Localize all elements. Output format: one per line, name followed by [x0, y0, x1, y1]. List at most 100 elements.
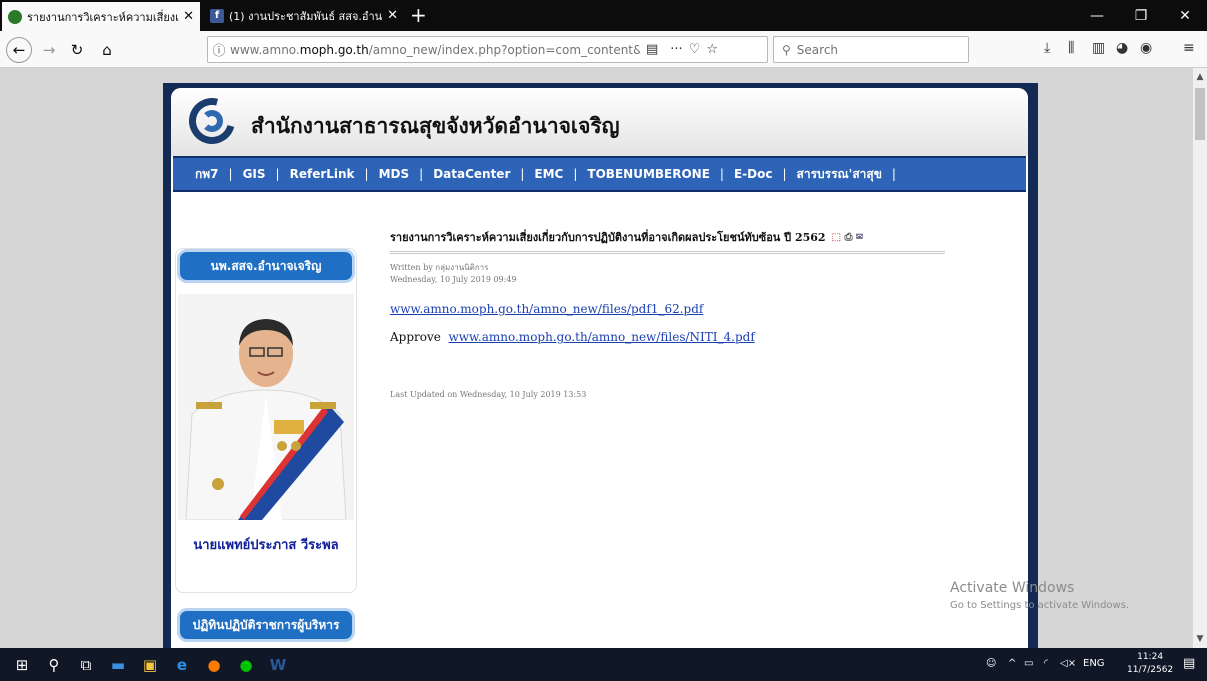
director-box-title[interactable]: นพ.สสจ.อำนาจเจริญ	[177, 249, 355, 283]
article-date: Wednesday, 10 July 2019 09:49	[390, 275, 517, 284]
menu-item-saraban[interactable]: สารบรรณ'สาสุข	[797, 165, 882, 184]
minimize-icon[interactable]: —	[1075, 0, 1119, 31]
menu-icon[interactable]: ≡	[1183, 40, 1195, 56]
approve-label: Approve	[390, 330, 441, 344]
article-author: Written by กลุ่มงานนิติการ	[390, 263, 489, 272]
menu-item-tobenumberone[interactable]: TOBENUMBERONE	[587, 167, 709, 181]
menu-item-gis[interactable]: GIS	[243, 167, 266, 181]
tab-facebook[interactable]: f (1) งานประชาสัมพันธ์ สสจ.อำนาจ ✕	[204, 0, 404, 31]
menu-separator: |	[228, 167, 233, 181]
print-icon[interactable]: ⎙	[845, 232, 853, 243]
windows-start-icon[interactable]: ⊞	[6, 648, 38, 681]
close-window-icon[interactable]: ✕	[1163, 0, 1207, 31]
last-updated: Last Updated on Wednesday, 10 July 2019 …	[390, 390, 587, 399]
director-name: นายแพทย์ประภาส วีระพล	[193, 538, 339, 553]
menu-separator: |	[782, 167, 787, 181]
bookmark-star-icon[interactable]: ☆	[706, 42, 718, 57]
site-favicon-icon	[8, 9, 22, 24]
executive-calendar-title[interactable]: ปฏิทินปฏิบัติราชการผู้บริหาร	[177, 608, 355, 642]
extension-icon[interactable]: ◕	[1116, 40, 1128, 56]
menu-item-kp7[interactable]: กพ7	[195, 165, 219, 184]
page-viewport: สำนักงานสาธารณสุขจังหวัดอำนาจเจริญ กพ7 | …	[0, 68, 1193, 648]
article-title: รายงานการวิเคราะห์ความเสี่ยงเกี่ยวกับการ…	[390, 231, 826, 244]
wifi-icon[interactable]: ◜	[1044, 658, 1048, 669]
close-tab-icon[interactable]: ✕	[387, 8, 398, 23]
search-placeholder: Search	[796, 42, 839, 57]
tab-title: (1) งานประชาสัมพันธ์ สสจ.อำนาจ	[229, 9, 384, 23]
menu-separator: |	[719, 167, 724, 181]
article-title-row: รายงานการวิเคราะห์ความเสี่ยงเกี่ยวกับการ…	[390, 228, 945, 254]
menu-item-emc[interactable]: EMC	[534, 167, 563, 181]
scroll-down-icon[interactable]: ▼	[1193, 634, 1207, 644]
search-input[interactable]: ⚲ Search	[773, 36, 969, 63]
new-tab-icon[interactable]: +	[410, 4, 427, 26]
search-taskbar-icon[interactable]: ⚲	[38, 648, 70, 681]
menu-separator: |	[364, 167, 369, 181]
main-menu: กพ7 | GIS | ReferLink | MDS | DataCenter | EM…	[173, 156, 1026, 192]
clock[interactable]: 11:24 11/7/2562	[1127, 651, 1173, 677]
facebook-icon: f	[210, 8, 224, 23]
niti-pdf-link[interactable]: www.amno.moph.go.th/amno_new/files/NITI_…	[449, 330, 755, 344]
library-icon[interactable]: ⫼	[1068, 40, 1074, 56]
search-icon: ⚲	[782, 42, 791, 57]
page-actions-icon[interactable]: ···	[670, 42, 682, 57]
back-icon[interactable]: ←	[6, 37, 32, 63]
email-icon[interactable]: ✉	[856, 232, 863, 243]
paragraph-link1: www.amno.moph.go.th/amno_new/files/pdf1_…	[390, 302, 945, 316]
menu-item-referlink[interactable]: ReferLink	[290, 167, 355, 181]
word-icon[interactable]: W	[262, 648, 294, 681]
info-icon[interactable]: ⓘ	[208, 40, 230, 59]
scroll-thumb[interactable]	[1195, 88, 1205, 140]
forward-icon[interactable]: →	[36, 37, 62, 63]
site-logo-inner-icon	[201, 110, 223, 132]
account-icon[interactable]: ◉	[1140, 40, 1152, 56]
menu-item-mds[interactable]: MDS	[379, 167, 410, 181]
url-bar[interactable]: ⓘ www.amno.moph.go.th/amno_new/index.php…	[207, 36, 768, 63]
director-photo	[178, 294, 354, 520]
menu-item-edoc[interactable]: E-Doc	[734, 167, 773, 181]
people-icon[interactable]: ☺	[986, 658, 996, 669]
firefox-icon[interactable]: ●	[198, 648, 230, 681]
menu-separator: |	[573, 167, 578, 181]
line-icon[interactable]: ●	[230, 648, 262, 681]
tab-title: รายงานการวิเคราะห์ความเสี่ยงเกี่ย	[27, 10, 180, 24]
restore-icon[interactable]: ❐	[1119, 0, 1163, 31]
notifications-icon[interactable]: ▤	[1183, 656, 1195, 671]
close-tab-icon[interactable]: ✕	[183, 9, 194, 24]
pocket-icon[interactable]: ♡	[689, 42, 701, 57]
scroll-up-icon[interactable]: ▲	[1193, 72, 1207, 82]
pdf-icon[interactable]: ⬚	[832, 232, 841, 243]
menu-separator: |	[275, 167, 280, 181]
downloads-icon[interactable]: ⤓	[1044, 40, 1050, 56]
vertical-scrollbar[interactable]: ▲ ▼	[1193, 68, 1207, 648]
edge-icon[interactable]: e	[166, 648, 198, 681]
volume-icon[interactable]: ◁×	[1060, 658, 1076, 669]
store-icon[interactable]: ▣	[134, 648, 166, 681]
clock-time: 11:24	[1137, 652, 1164, 662]
home-icon[interactable]: ⌂	[94, 37, 120, 63]
activate-windows-watermark: Activate Windows Go to Settings to activ…	[950, 580, 1130, 611]
pdf-link[interactable]: www.amno.moph.go.th/amno_new/files/pdf1_…	[390, 302, 703, 316]
article: รายงานการวิเคราะห์ความเสี่ยงเกี่ยวกับการ…	[390, 228, 945, 399]
reader-view-icon[interactable]: ▤	[646, 42, 658, 57]
article-meta: Written by กลุ่มงานนิติการ Wednesday, 10…	[390, 262, 945, 286]
file-explorer-icon[interactable]: ▬	[102, 648, 134, 681]
site-card: สำนักงานสาธารณสุขจังหวัดอำนาจเจริญ กพ7 | …	[171, 88, 1028, 648]
url-text[interactable]: www.amno.moph.go.th/amno_new/index.php?o…	[230, 43, 640, 57]
site-frame: สำนักงานสาธารณสุขจังหวัดอำนาจเจริญ กพ7 | …	[163, 83, 1038, 648]
sidebar-icon[interactable]: ▥	[1092, 40, 1105, 56]
menu-separator: |	[520, 167, 525, 181]
task-view-icon[interactable]: ⧉	[70, 648, 102, 681]
network-icon[interactable]: ▭	[1024, 658, 1033, 669]
site-title: สำนักงานสาธารณสุขจังหวัดอำนาจเจริญ	[251, 114, 620, 138]
windows-taskbar: ⊞ ⚲ ⧉ ▬ ▣ e ● ● W ☺ ^ ▭ ◜ ◁× ENG 11:24 1…	[0, 648, 1207, 681]
clock-date: 11/7/2562	[1127, 665, 1174, 675]
site-header: สำนักงานสาธารณสุขจังหวัดอำนาจเจริญ	[171, 88, 1028, 156]
reload-icon[interactable]: ↻	[64, 37, 90, 63]
navigation-toolbar: ← → ↻ ⌂ ⓘ www.amno.moph.go.th/amno_new/i…	[0, 31, 1207, 68]
menu-item-datacenter[interactable]: DataCenter	[433, 167, 510, 181]
paragraph-approve: Approve www.amno.moph.go.th/amno_new/fil…	[390, 330, 945, 344]
tab-report[interactable]: รายงานการวิเคราะห์ความเสี่ยงเกี่ย ✕	[2, 2, 200, 31]
tray-chevron-icon[interactable]: ^	[1008, 658, 1016, 669]
input-language[interactable]: ENG	[1083, 658, 1105, 669]
